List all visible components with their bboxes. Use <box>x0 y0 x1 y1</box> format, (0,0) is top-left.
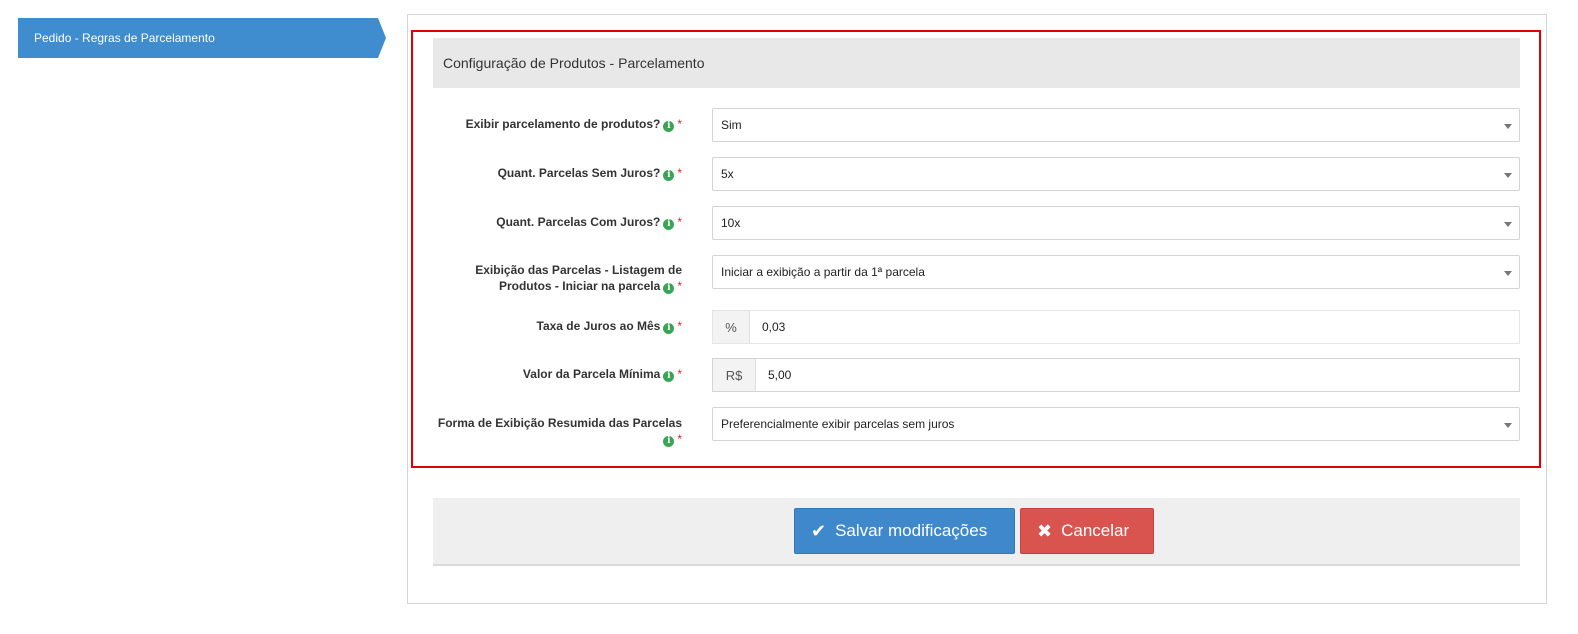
required-marker: * <box>677 279 682 293</box>
chevron-down-icon <box>1504 271 1512 276</box>
form-row-exibicao-parcelas: Exibição das Parcelas - Listagem de Prod… <box>433 255 1520 295</box>
required-marker: * <box>677 319 682 333</box>
percent-addon: % <box>713 311 750 343</box>
field-label: Valor da Parcela Mínima i * <box>522 367 682 382</box>
info-icon[interactable]: i <box>663 170 675 181</box>
field-label: Exibir parcelamento de produtos? i * <box>465 117 682 132</box>
field-label: Exibição das Parcelas - Listagem de Prod… <box>475 263 682 294</box>
form-row-parcela-minima: Valor da Parcela Mínima i * R$ 5,00 <box>433 358 1520 392</box>
save-button[interactable]: ✔ Salvar modificações <box>794 508 1015 554</box>
taxa-juros-input-group: % 0,03 <box>712 310 1520 344</box>
required-marker: * <box>677 166 682 180</box>
check-icon: ✔ <box>811 520 827 541</box>
info-icon[interactable]: i <box>663 219 675 230</box>
chevron-down-icon <box>1504 124 1512 129</box>
parcelas-sem-juros-select[interactable]: 5x <box>712 157 1520 191</box>
section-header: Configuração de Produtos - Parcelamento <box>433 38 1520 88</box>
sidebar-tab-label: Pedido - Regras de Parcelamento <box>34 31 215 45</box>
chevron-down-icon <box>1504 222 1512 227</box>
form-row-exibir-parcelamento: Exibir parcelamento de produtos? i * Sim <box>433 108 1520 142</box>
parcela-minima-input[interactable]: 5,00 <box>756 359 1519 391</box>
chevron-down-icon <box>1504 173 1512 178</box>
required-marker: * <box>677 117 682 131</box>
action-bar: ✔ Salvar modificações ✖ Cancelar <box>433 498 1520 566</box>
info-icon[interactable]: i <box>663 283 675 294</box>
required-marker: * <box>677 367 682 381</box>
form-row-parcelas-sem-juros: Quant. Parcelas Sem Juros? i * 5x <box>433 157 1520 191</box>
parcelas-com-juros-select[interactable]: 10x <box>712 206 1520 240</box>
chevron-down-icon <box>1504 423 1512 428</box>
currency-addon: R$ <box>713 359 756 391</box>
highlight-box <box>411 30 1541 468</box>
info-icon[interactable]: i <box>663 436 675 447</box>
section-title: Configuração de Produtos - Parcelamento <box>443 55 705 71</box>
required-marker: * <box>677 215 682 229</box>
form-row-taxa-juros: Taxa de Juros ao Mês i * % 0,03 <box>433 310 1520 344</box>
required-marker: * <box>677 432 682 446</box>
form-row-parcelas-com-juros: Quant. Parcelas Com Juros? i * 10x <box>433 206 1520 240</box>
info-icon[interactable]: i <box>663 121 675 132</box>
close-icon: ✖ <box>1037 520 1053 541</box>
form-row-forma-exibicao: Forma de Exibição Resumida das Parcelas … <box>433 407 1520 447</box>
field-label: Taxa de Juros ao Mês i * <box>536 319 682 334</box>
field-label: Quant. Parcelas Com Juros? i * <box>496 215 682 230</box>
exibir-parcelamento-select[interactable]: Sim <box>712 108 1520 142</box>
cancel-button[interactable]: ✖ Cancelar <box>1020 508 1154 554</box>
exibicao-parcelas-select[interactable]: Iniciar a exibição a partir da 1ª parcel… <box>712 255 1520 289</box>
forma-exibicao-select[interactable]: Preferencialmente exibir parcelas sem ju… <box>712 407 1520 441</box>
field-label: Forma de Exibição Resumida das Parcelas … <box>437 416 682 447</box>
field-label: Quant. Parcelas Sem Juros? i * <box>497 166 682 181</box>
info-icon[interactable]: i <box>663 371 675 382</box>
parcela-minima-input-group: R$ 5,00 <box>712 358 1520 392</box>
taxa-juros-input[interactable]: 0,03 <box>750 311 1519 343</box>
info-icon[interactable]: i <box>663 323 675 334</box>
sidebar-tab-regras-parcelamento[interactable]: Pedido - Regras de Parcelamento <box>18 18 386 58</box>
